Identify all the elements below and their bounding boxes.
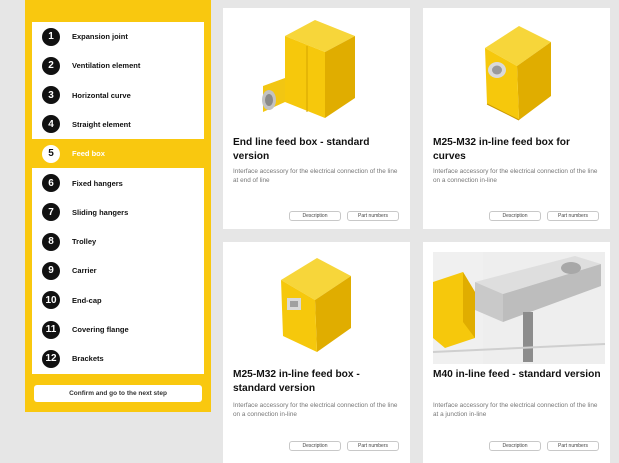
step-item-horizontal-curve[interactable]: 3 Horizontal curve <box>32 81 204 110</box>
step-item-trolley[interactable]: 8 Trolley <box>32 227 204 256</box>
step-item-sliding-hangers[interactable]: 7 Sliding hangers <box>32 198 204 227</box>
step-number-badge: 9 <box>42 261 60 280</box>
step-label: Brackets <box>72 354 104 364</box>
step-number-badge: 3 <box>42 86 60 105</box>
step-label: Sliding hangers <box>72 207 129 217</box>
confirm-next-step-button[interactable]: Confirm and go to the next step <box>34 385 202 402</box>
part-numbers-button[interactable]: Part numbers <box>347 441 399 451</box>
part-numbers-button[interactable]: Part numbers <box>347 211 399 221</box>
product-description-text: Interface accessory for the electrical c… <box>233 402 398 418</box>
description-button[interactable]: Description <box>289 441 341 451</box>
step-list: 1 Expansion joint 2 Ventilation element … <box>32 22 204 374</box>
step-number-badge: 12 <box>42 349 60 368</box>
step-item-straight-element[interactable]: 4 Straight element <box>32 110 204 139</box>
product-title: End line feed box - standard version <box>233 137 370 162</box>
part-numbers-button[interactable]: Part numbers <box>547 441 599 451</box>
step-number-badge: 5 <box>42 144 60 163</box>
part-numbers-button[interactable]: Part numbers <box>547 211 599 221</box>
step-label: Horizontal curve <box>72 90 131 100</box>
product-description-text: Interface accessory for the electrical c… <box>433 402 598 418</box>
step-item-fixed-hangers[interactable]: 6 Fixed hangers <box>32 169 204 198</box>
step-sidebar: 1 Expansion joint 2 Ventilation element … <box>25 0 211 412</box>
step-label: Trolley <box>72 237 97 247</box>
step-label: Ventilation element <box>72 61 141 71</box>
product-title: M25-M32 in-line feed box for curves <box>433 137 570 162</box>
step-item-carrier[interactable]: 9 Carrier <box>32 256 204 285</box>
feed-box-curves-image <box>485 26 551 121</box>
step-label: Covering flange <box>72 325 129 334</box>
step-label: Feed box <box>72 149 105 159</box>
step-number-badge: 11 <box>42 320 60 339</box>
step-label: Fixed hangers <box>72 178 123 188</box>
product-card[interactable]: End line feed box - standard version Int… <box>223 8 410 229</box>
product-title: M40 in-line feed - standard version <box>433 369 601 380</box>
step-number-badge: 4 <box>42 115 60 134</box>
product-card[interactable]: M25-M32 in-line feed box - standard vers… <box>223 242 410 463</box>
feed-box-m40-image <box>432 252 606 364</box>
description-button[interactable]: Description <box>489 441 541 451</box>
step-label: Expansion joint <box>72 32 128 41</box>
step-label: Straight element <box>72 119 131 129</box>
step-number-badge: 2 <box>42 56 60 75</box>
step-label: Carrier <box>72 266 97 276</box>
step-number-badge: 10 <box>42 291 60 310</box>
product-description-text: Interface accessory for the electrical c… <box>433 168 598 184</box>
product-card[interactable]: M25-M32 in-line feed box for curves Inte… <box>423 8 610 229</box>
description-button[interactable]: Description <box>489 211 541 221</box>
product-description-text: Interface accessory for the electrical c… <box>233 168 398 184</box>
step-item-expansion-joint[interactable]: 1 Expansion joint <box>32 22 204 51</box>
feed-box-standard-image <box>281 258 351 352</box>
step-number-badge: 7 <box>42 203 60 222</box>
step-label: End-cap <box>72 295 102 305</box>
step-item-covering-flange[interactable]: 11 Covering flange <box>32 315 204 344</box>
product-card[interactable]: M40 in-line feed - standard version Inte… <box>423 242 610 463</box>
step-number-badge: 1 <box>42 27 60 46</box>
step-item-feed-box[interactable]: 5 Feed box <box>32 139 204 169</box>
description-button[interactable]: Description <box>289 211 341 221</box>
feed-box-end-line-image <box>262 20 355 118</box>
step-number-badge: 6 <box>42 174 60 192</box>
step-number-badge: 8 <box>42 232 60 251</box>
step-item-end-cap[interactable]: 10 End-cap <box>32 286 204 315</box>
product-title: M25-M32 in-line feed box - standard vers… <box>233 369 360 394</box>
step-item-ventilation-element[interactable]: 2 Ventilation element <box>32 51 204 80</box>
step-item-brackets[interactable]: 12 Brackets <box>32 344 204 373</box>
